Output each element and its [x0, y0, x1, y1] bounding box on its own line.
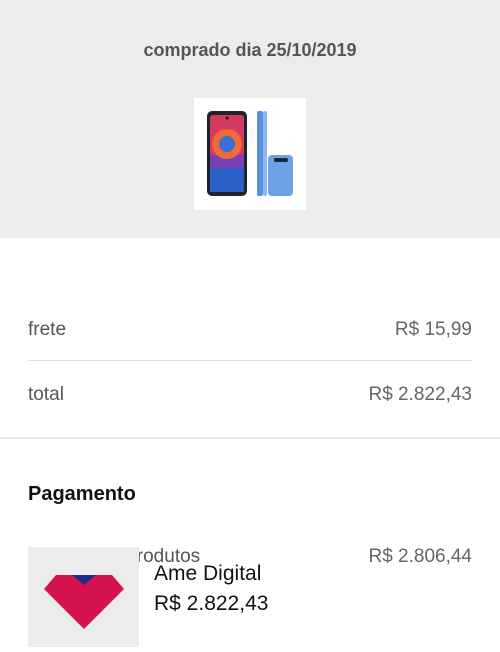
- payment-method-name: Ame Digital: [154, 562, 262, 585]
- freight-row: frete R$ 15,99: [28, 309, 472, 351]
- product-image[interactable]: [194, 98, 306, 210]
- total-value: R$ 2.822,43: [368, 384, 472, 405]
- purchase-date: comprado dia 25/10/2019: [143, 40, 357, 60]
- freight-value: R$ 15,99: [394, 319, 472, 340]
- ame-digital-logo-icon: [44, 575, 124, 629]
- phone-image-icon: [207, 111, 293, 196]
- payment-amount: R$ 2.822,43: [154, 592, 269, 615]
- summary-divider: [28, 360, 472, 361]
- order-header: comprado dia 25/10/2019: [0, 0, 500, 238]
- section-divider: [0, 437, 500, 439]
- freight-label: frete: [28, 319, 67, 340]
- products-value: R$ 2.806,44: [368, 546, 472, 567]
- total-row: total R$ 2.822,43: [28, 374, 472, 416]
- payment-logo: [28, 547, 139, 647]
- payment-title: Pagamento: [28, 483, 136, 505]
- total-label: total: [28, 384, 64, 405]
